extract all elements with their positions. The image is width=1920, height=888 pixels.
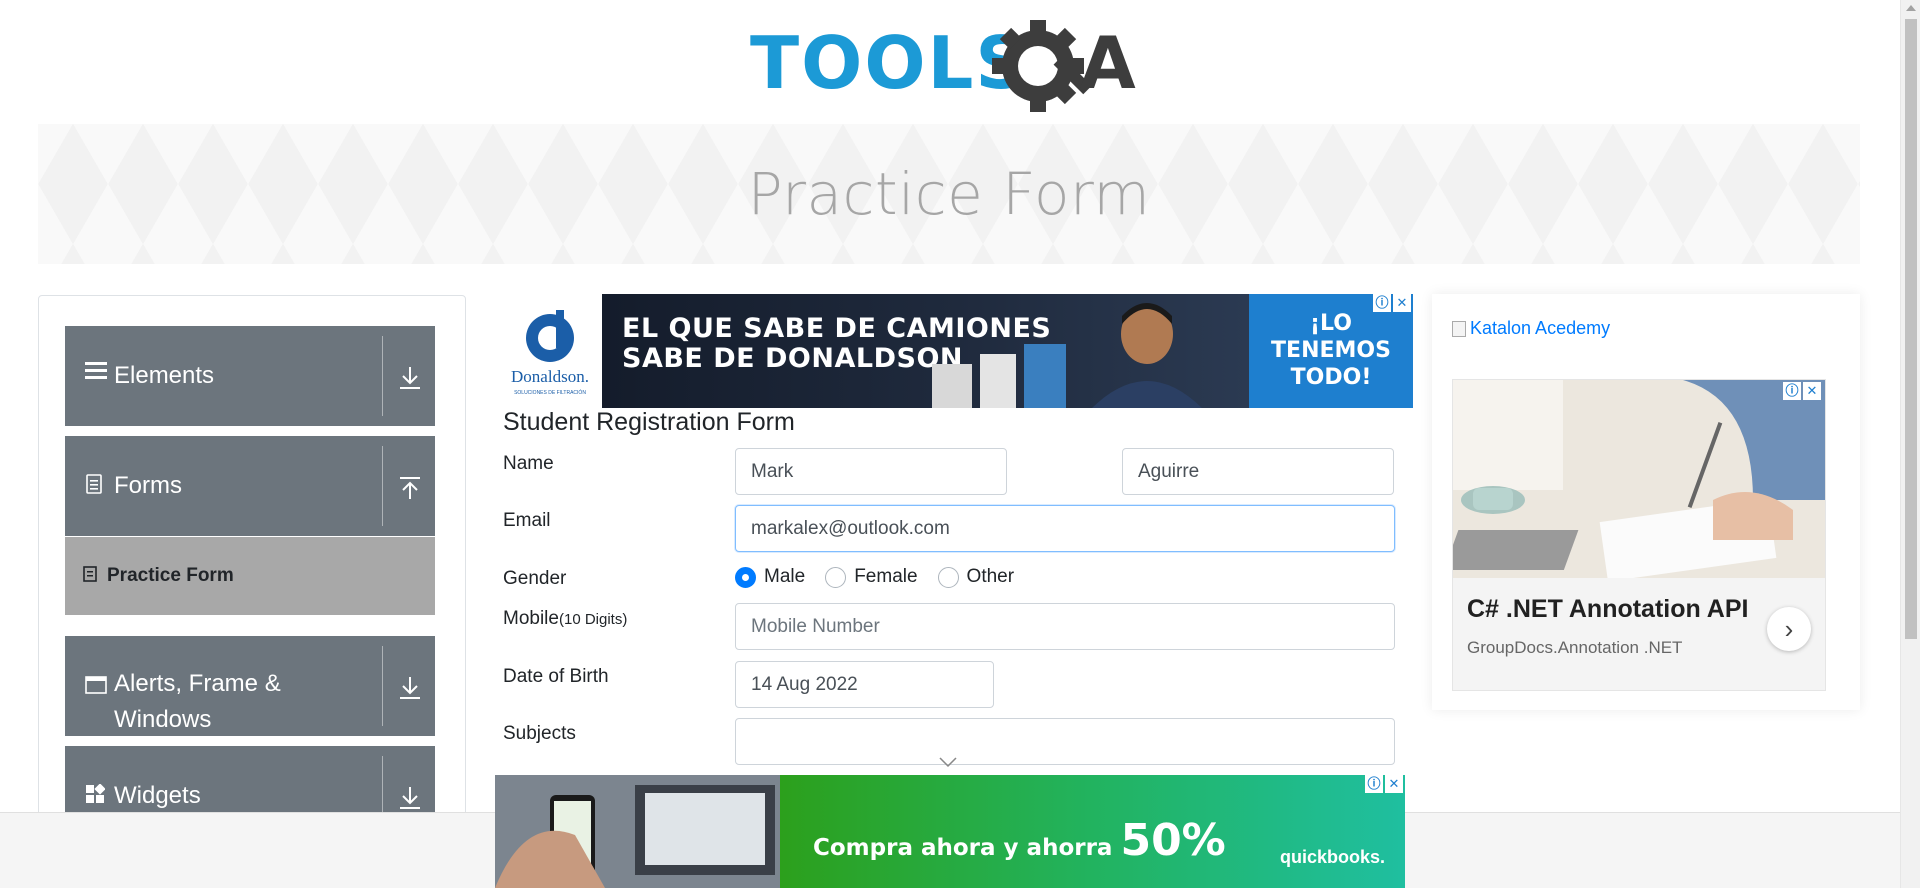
document-icon: [85, 474, 103, 500]
mobile-label: Mobile(10 Digits): [503, 608, 627, 630]
ad-cta-line2: TENEMOS: [1271, 338, 1391, 363]
ad-green-panel: Compra ahora y ahorra 50% quickbooks.: [780, 775, 1405, 888]
download-arrow-icon[interactable]: [397, 674, 423, 702]
ad-headline: Compra ahora y ahorra 50%: [813, 815, 1226, 866]
sidebar-group-label: Elements: [114, 362, 215, 389]
window-icon: [85, 674, 107, 700]
vertical-scrollbar[interactable]: [1900, 0, 1920, 888]
sidebar-group-alerts[interactable]: Alerts, Frame & Windows: [65, 636, 435, 736]
email-label: Email: [503, 510, 551, 531]
sidebar-group-label: Forms: [114, 472, 182, 499]
ad-headline-percent: 50%: [1120, 815, 1226, 866]
ad-headline-text: Compra ahora y ahorra: [813, 835, 1113, 861]
email-input[interactable]: markalex@outlook.com: [735, 505, 1395, 552]
ad-close-icon[interactable]: ✕: [1385, 775, 1403, 793]
donaldson-brand-text: Donaldson.: [511, 367, 589, 386]
donaldson-brand-subtext: SOLUCIONES DE FILTRACIÓN: [514, 389, 586, 396]
date-of-birth-input[interactable]: 14 Aug 2022: [735, 661, 994, 708]
upload-arrow-icon[interactable]: [397, 474, 423, 502]
name-label: Name: [503, 453, 554, 474]
ad-cta-line3: TODO!: [1290, 365, 1372, 390]
divider: [382, 646, 383, 726]
gender-other-label[interactable]: Other: [967, 566, 1015, 588]
broken-image-icon: [1452, 320, 1466, 337]
sidebar: Elements Forms Practice Form Alerts, Fra…: [38, 295, 466, 888]
chevron-down-icon[interactable]: [938, 756, 958, 768]
sidebar-item-practice-form[interactable]: Practice Form: [65, 537, 435, 615]
mobile-label-hint: (10 Digits): [558, 611, 628, 628]
man-illustration: [1092, 303, 1202, 408]
katalon-alt-text: Katalon Acedemy: [1470, 318, 1611, 338]
page-title: Practice Form: [747, 160, 1151, 228]
dob-label: Date of Birth: [503, 666, 609, 687]
mobile-label-text: Mobile: [503, 608, 559, 629]
groupdocs-ad[interactable]: C# .NET Annotation API GroupDocs.Annotat…: [1452, 379, 1826, 691]
ad-close-icon[interactable]: ✕: [1393, 294, 1411, 312]
widgets-icon: [85, 783, 106, 810]
form-icon: [83, 566, 97, 587]
right-ad-column: Katalon Acedemy C# .NET Annotation API G…: [1432, 294, 1860, 710]
page-banner: Practice Form: [38, 124, 1860, 264]
mobile-input[interactable]: Mobile Number: [735, 603, 1395, 650]
sidebar-group-label: Widgets: [114, 782, 201, 809]
gender-radio-group: Male Female Other: [735, 566, 1034, 588]
last-name-input[interactable]: Aguirre: [1122, 448, 1394, 495]
adchoices-info-icon[interactable]: ⓘ: [1783, 382, 1801, 400]
subjects-label: Subjects: [503, 723, 576, 744]
adchoices-info-icon[interactable]: ⓘ: [1373, 294, 1391, 312]
ad-image-writing: [1453, 380, 1825, 578]
adchoices-info-icon[interactable]: ⓘ: [1365, 775, 1383, 793]
gender-male-radio[interactable]: [735, 566, 756, 588]
sidebar-group-forms[interactable]: Forms: [65, 436, 435, 536]
quickbooks-logo: quickbooks.: [1279, 847, 1385, 867]
sidebar-group-label-line1: Alerts, Frame &: [114, 670, 281, 697]
scrollbar-thumb[interactable]: [1905, 19, 1917, 639]
subjects-input[interactable]: [735, 718, 1395, 765]
sidebar-item-label: Practice Form: [107, 565, 234, 586]
products-illustration: [932, 344, 1066, 408]
donaldson-logo: Donaldson. SOLUCIONES DE FILTRACIÓN: [500, 304, 600, 404]
toolsqa-logo[interactable]: TOOLS A: [750, 18, 1156, 114]
scroll-up-arrow-icon[interactable]: [1906, 5, 1916, 11]
logo-text-right: A: [1080, 21, 1136, 105]
sidebar-group-elements[interactable]: Elements: [65, 326, 435, 426]
ad-banner-quickbooks[interactable]: Compra ahora y ahorra 50% quickbooks. ⓘ …: [495, 775, 1405, 888]
sidebar-group-label-line2: Windows: [114, 706, 212, 733]
adchoices[interactable]: ⓘ ✕: [1365, 775, 1405, 793]
ad-subtitle: GroupDocs.Annotation .NET: [1467, 638, 1683, 657]
ad-photo-phone: [495, 775, 780, 888]
logo-text-left: TOOLS: [750, 21, 1029, 105]
ad-cta-line1: ¡LO: [1310, 311, 1352, 336]
download-arrow-icon[interactable]: [397, 784, 423, 812]
hamburger-icon: [85, 360, 107, 386]
gender-female-radio[interactable]: [825, 566, 847, 588]
adchoices[interactable]: ⓘ ✕: [1373, 294, 1413, 312]
divider: [382, 336, 383, 416]
gender-female-label[interactable]: Female: [854, 566, 917, 588]
gender-other-radio[interactable]: [937, 566, 959, 588]
katalon-academy-link[interactable]: Katalon Acedemy: [1452, 318, 1610, 339]
divider: [382, 446, 383, 526]
chevron-right-icon[interactable]: ›: [1767, 607, 1811, 651]
ad-title: C# .NET Annotation API: [1467, 595, 1749, 623]
ad-photo: EL QUE SABE DE CAMIONES SABE DE DONALDSO…: [602, 294, 1249, 408]
gender-label: Gender: [503, 568, 567, 589]
ad-banner-donaldson[interactable]: Donaldson. SOLUCIONES DE FILTRACIÓN EL Q…: [500, 294, 1413, 408]
gender-male-label[interactable]: Male: [764, 566, 805, 588]
page: TOOLS A Practice Form Elements Forms Pra…: [0, 0, 1920, 888]
form-title: Student Registration Form: [503, 408, 795, 436]
ad-close-icon[interactable]: ✕: [1803, 382, 1821, 400]
first-name-input[interactable]: Mark: [735, 448, 1007, 495]
adchoices[interactable]: ⓘ ✕: [1783, 382, 1823, 400]
download-arrow-icon[interactable]: [397, 364, 423, 392]
